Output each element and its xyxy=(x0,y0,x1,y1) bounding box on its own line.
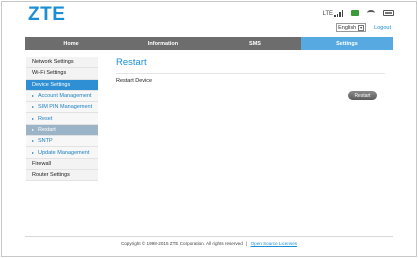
tab-settings[interactable]: Settings xyxy=(301,37,393,50)
sidebar-item-network-settings[interactable]: Network Settings xyxy=(26,57,98,69)
sidebar-item-firewall[interactable]: Firewall xyxy=(26,158,98,170)
tab-information[interactable]: Information xyxy=(117,37,209,50)
battery-icon xyxy=(383,10,394,16)
logout-link[interactable]: Logout xyxy=(374,25,391,31)
sidebar-item-label: Account Management xyxy=(38,93,92,100)
footer-divider xyxy=(25,236,393,237)
arrow-right-icon xyxy=(32,128,34,131)
sidebar-item-wifi-settings[interactable]: Wi-Fi Settings xyxy=(26,68,98,80)
copyright-text: Copyright © 1998-2015 ZTE Corporation. A… xyxy=(120,241,243,246)
wifi-icon xyxy=(367,10,375,16)
chevron-down-icon: ▾ xyxy=(358,24,365,31)
sidebar-item-label: Restart xyxy=(38,126,56,133)
network-status: LTE xyxy=(322,9,343,17)
sidebar-item-account-management[interactable]: Account Management xyxy=(26,90,98,103)
status-bar: LTE xyxy=(322,8,394,18)
arrow-right-icon xyxy=(32,95,34,98)
sidebar-item-router-settings[interactable]: Router Settings xyxy=(26,169,98,182)
sidebar-item-sim-pin-management[interactable]: SIM PIN Management xyxy=(26,102,98,114)
tab-sms[interactable]: SMS xyxy=(209,37,301,50)
sidebar-item-label: Router Settings xyxy=(32,172,70,179)
arrow-right-icon xyxy=(32,117,34,120)
sms-icon[interactable] xyxy=(351,10,359,16)
footer-separator: | xyxy=(246,241,248,246)
main-content: Restart Restart Device Restart xyxy=(116,57,385,100)
sidebar-item-label: Network Settings xyxy=(32,59,74,66)
section-label: Restart Device xyxy=(116,78,153,84)
sidebar-item-label: Update Management xyxy=(38,149,90,156)
sidebar-item-label: Wi-Fi Settings xyxy=(32,70,67,77)
sidebar-item-restart[interactable]: Restart xyxy=(26,124,98,137)
open-source-licenses-link[interactable]: Open Source Licenses xyxy=(251,241,297,246)
sidebar-item-update-management[interactable]: Update Management xyxy=(26,147,98,159)
sidebar-item-label: Reset xyxy=(38,115,53,122)
sidebar-item-label: Firewall xyxy=(32,160,51,167)
network-type-label: LTE xyxy=(322,10,333,17)
language-select[interactable]: English ▾ xyxy=(336,23,367,32)
tab-home[interactable]: Home xyxy=(25,37,117,50)
footer: Copyright © 1998-2015 ZTE Corporation. A… xyxy=(25,241,393,246)
sidebar-item-label: Device Settings xyxy=(32,81,71,88)
restart-button[interactable]: Restart xyxy=(348,91,377,100)
page-title: Restart xyxy=(116,57,385,74)
sidebar-item-label: SIM PIN Management xyxy=(38,104,93,111)
arrow-right-icon xyxy=(32,151,34,154)
signal-icon xyxy=(334,9,343,17)
sidebar-item-sntp[interactable]: SNTP xyxy=(26,136,98,148)
sidebar-item-device-settings[interactable]: Device Settings xyxy=(26,79,98,91)
language-bar: English ▾ Logout xyxy=(336,23,391,32)
main-nav: Home Information SMS Settings xyxy=(25,37,393,50)
arrow-right-icon xyxy=(32,140,34,143)
sidebar: Network Settings Wi-Fi Settings Device S… xyxy=(26,57,98,182)
zte-logo: ZTE xyxy=(28,4,66,25)
sidebar-item-reset[interactable]: Reset xyxy=(26,113,98,125)
arrow-right-icon xyxy=(32,106,34,109)
sidebar-item-label: SNTP xyxy=(38,138,53,145)
language-select-value: English xyxy=(338,24,357,31)
